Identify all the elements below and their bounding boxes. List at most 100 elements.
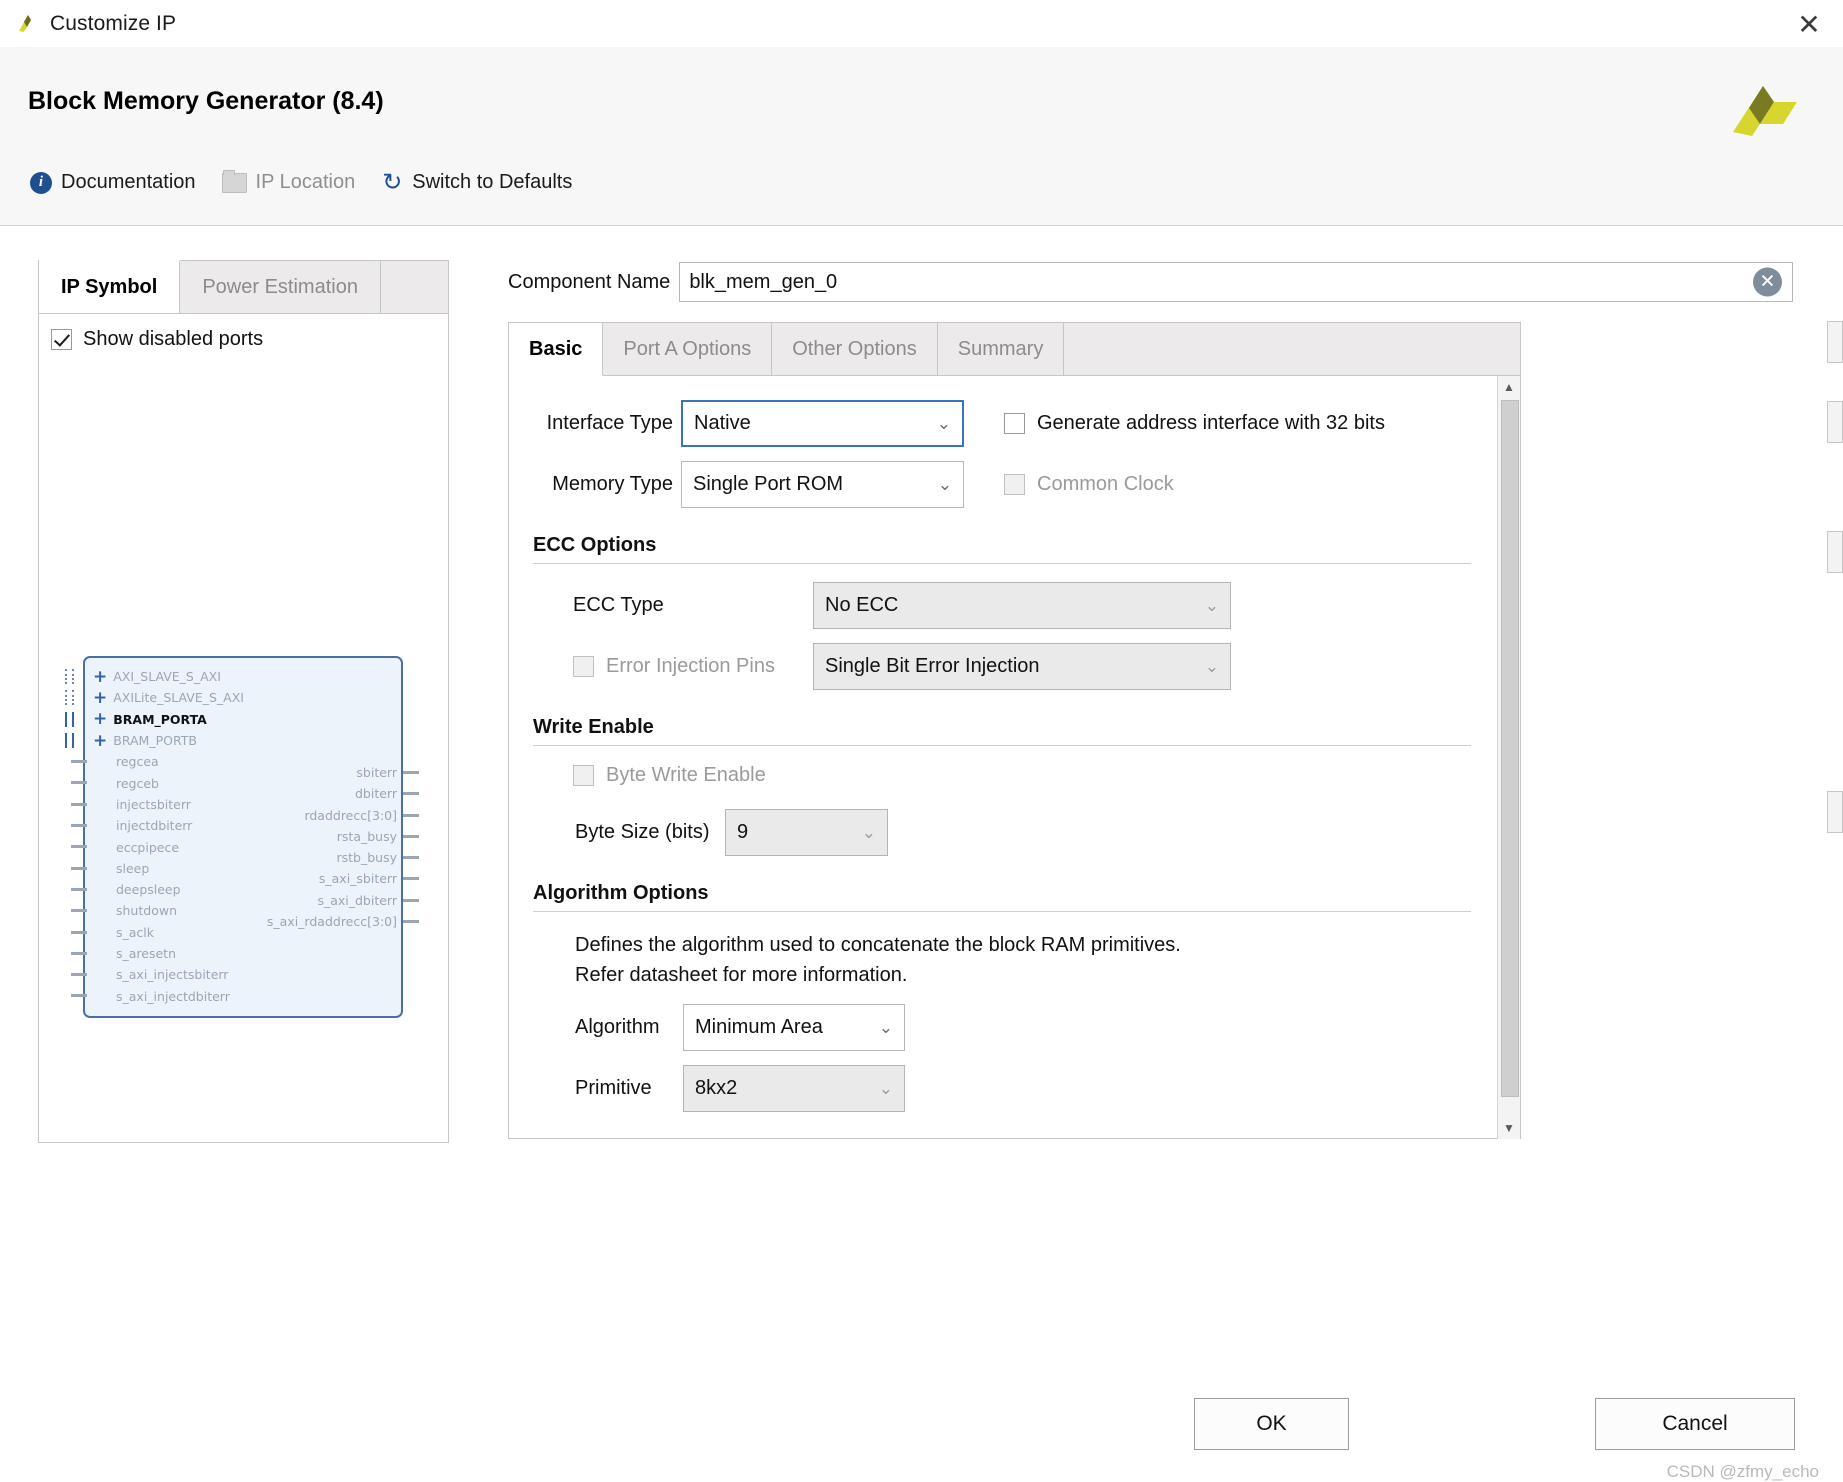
tab-other-options[interactable]: Other Options (772, 323, 938, 375)
switch-to-defaults-label: Switch to Defaults (412, 171, 573, 193)
algorithm-description: Defines the algorithm used to concatenat… (575, 930, 1520, 990)
byte-size-value: 9 (737, 821, 749, 843)
ip-symbol-bus-port: + AXI_SLAVE_S_AXI (65, 666, 283, 687)
scroll-up-arrow-icon[interactable]: ▲ (1498, 376, 1520, 398)
settings-vertical-scrollbar[interactable]: ▲ ▼ (1497, 376, 1520, 1139)
memory-type-value: Single Port ROM (693, 473, 844, 495)
byte-size-select[interactable]: 9 ⌄ (725, 809, 888, 856)
port-label: sleep (116, 860, 150, 876)
port-label: AXILite_SLAVE_S_AXI (113, 690, 244, 706)
window-title-bar: Customize IP ✕ (0, 0, 1843, 48)
cancel-button[interactable]: Cancel (1595, 1398, 1795, 1450)
port-label: rsta_busy (336, 828, 397, 844)
expand-plus-icon[interactable]: + (93, 732, 107, 749)
memory-type-select[interactable]: Single Port ROM ⌄ (681, 461, 964, 508)
ecc-type-select[interactable]: No ECC ⌄ (813, 582, 1231, 629)
port-label: s_axi_injectdbiterr (116, 988, 230, 1004)
port-label: s_axi_dbiterr (317, 892, 397, 908)
left-tabstrip: IP Symbol Power Estimation (38, 260, 449, 313)
ip-symbol-output-port: rsta_busy (167, 826, 419, 847)
switch-to-defaults-link[interactable]: ↻ Switch to Defaults (373, 167, 580, 198)
port-stub-icon (71, 930, 87, 934)
ip-location-label: IP Location (255, 171, 356, 193)
documentation-link[interactable]: i Documentation (22, 167, 204, 198)
ip-symbol-output-port: rdaddrecc[3:0] (167, 805, 419, 826)
ip-symbol-output-port: dbiterr (167, 783, 419, 804)
checkbox-box (1004, 474, 1025, 495)
port-label: regcea (116, 754, 159, 770)
tab-basic[interactable]: Basic (509, 323, 604, 376)
watermark: CSDN @zfmy_echo (1666, 1462, 1819, 1481)
chevron-down-icon: ⌄ (878, 1078, 893, 1098)
chevron-down-icon: ⌄ (861, 822, 876, 842)
byte-write-enable-label: Byte Write Enable (606, 764, 766, 786)
interface-type-select[interactable]: Native ⌄ (681, 400, 964, 447)
documentation-label: Documentation (61, 171, 196, 193)
tab-port-a-options[interactable]: Port A Options (603, 323, 773, 375)
error-injection-pins-checkbox: Error Injection Pins (573, 655, 813, 678)
interface-type-label: Interface Type (546, 412, 673, 434)
dialog-body: IP Symbol Power Estimation Show disabled… (0, 226, 1843, 1386)
edge-segment (1827, 791, 1843, 833)
expand-plus-icon[interactable]: + (93, 668, 107, 685)
left-tabstrip-filler (381, 261, 448, 313)
byte-size-label: Byte Size (bits) (575, 821, 710, 843)
algorithm-value: Minimum Area (695, 1016, 823, 1038)
expand-plus-icon[interactable]: + (93, 711, 107, 728)
byte-write-enable-row: Byte Write Enable (533, 764, 1520, 787)
checkbox-box (573, 656, 594, 677)
ip-symbol-output-port: s_axi_dbiterr (167, 890, 419, 911)
port-stub-icon (71, 909, 87, 913)
ip-symbol-output-port: s_axi_sbiterr (167, 868, 419, 889)
show-disabled-ports-checkbox[interactable]: Show disabled ports (51, 328, 263, 351)
ip-location-link[interactable]: IP Location (214, 167, 364, 198)
checkbox-box (1004, 413, 1025, 434)
edge-segment (1827, 401, 1843, 443)
scroll-down-arrow-icon[interactable]: ▼ (1498, 1117, 1520, 1139)
algorithm-select[interactable]: Minimum Area ⌄ (683, 1004, 905, 1051)
chevron-down-icon: ⌄ (1204, 595, 1219, 615)
tab-summary[interactable]: Summary (938, 323, 1065, 375)
scrollbar-thumb[interactable] (1501, 400, 1519, 1097)
port-label: regceb (116, 775, 159, 791)
ip-symbol-input-port: s_axi_injectdbiterr (71, 985, 283, 1006)
ip-symbol-right-ports: sbiterr dbiterr rdaddrecc[3:0] rsta_busy rst… (167, 762, 419, 932)
close-icon[interactable]: ✕ (1789, 4, 1829, 44)
port-stub-icon (71, 802, 87, 806)
ok-button[interactable]: OK (1194, 1398, 1349, 1450)
port-label: s_axi_injectsbiterr (116, 967, 229, 983)
tab-ip-symbol[interactable]: IP Symbol (39, 260, 181, 313)
port-stub-icon (403, 920, 419, 924)
generate-address-interface-checkbox[interactable]: Generate address interface with 32 bits (1004, 412, 1385, 435)
error-injection-type-select[interactable]: Single Bit Error Injection ⌄ (813, 643, 1231, 690)
algorithm-options-title: Algorithm Options (533, 882, 709, 904)
algorithm-row: Algorithm Minimum Area ⌄ (533, 1004, 1520, 1051)
port-stub-icon (403, 856, 419, 860)
page-title: Block Memory Generator (8.4) (28, 87, 384, 115)
primitive-select[interactable]: 8kx2 ⌄ (683, 1065, 905, 1112)
chevron-down-icon: ⌄ (1204, 656, 1219, 676)
show-disabled-ports-label: Show disabled ports (83, 328, 264, 350)
port-stub-icon (71, 781, 87, 785)
checkbox-box (573, 765, 594, 786)
expand-plus-icon[interactable]: + (93, 689, 107, 706)
edge-segment (1827, 321, 1843, 363)
tab-power-estimation[interactable]: Power Estimation (180, 261, 381, 313)
port-stub-icon (403, 771, 419, 774)
info-icon: i (30, 171, 52, 194)
refresh-icon: ↻ (382, 168, 403, 196)
port-stub-icon (403, 813, 419, 817)
ip-symbol-output-port: sbiterr (167, 762, 419, 783)
ip-symbol-bus-port: + BRAM_PORTB (65, 730, 283, 751)
ip-symbol-bus-port: + AXILite_SLAVE_S_AXI (65, 687, 283, 708)
port-label: s_aclk (116, 924, 155, 940)
basic-settings-pane: Basic Port A Options Other Options Summa… (508, 322, 1521, 1139)
dialog-footer: OK Cancel CSDN @zfmy_echo (0, 1386, 1843, 1482)
xilinx-brand-logo-icon (1727, 80, 1801, 146)
port-stub-icon (65, 669, 74, 684)
port-stub-icon (403, 877, 419, 881)
port-stub-icon (71, 951, 87, 955)
error-injection-type-value: Single Bit Error Injection (825, 655, 1040, 677)
checkbox-box (51, 329, 72, 350)
ip-symbol-output-port: s_axi_rdaddrecc[3:0] (167, 911, 419, 932)
